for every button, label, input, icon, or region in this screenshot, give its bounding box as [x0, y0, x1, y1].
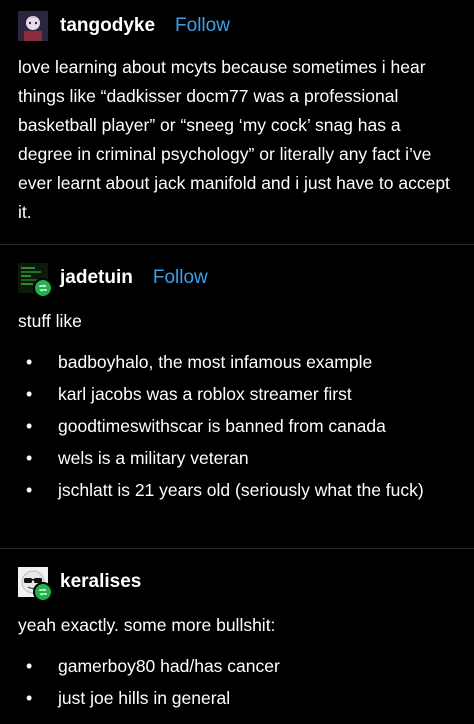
- list-item-text: goodtimeswithscar is banned from canada: [58, 416, 386, 436]
- list-item-text: karl jacobs was a roblox streamer first: [58, 384, 352, 404]
- bullet-icon: •: [26, 656, 33, 676]
- post-body: yeah exactly. some more bullshit:: [18, 615, 276, 635]
- bullet-icon: •: [26, 416, 33, 436]
- list-item: • wels is a military veteran: [18, 444, 458, 472]
- bullet-icon: •: [26, 688, 33, 708]
- list-item: • jschlatt is 21 years old (seriously wha…: [18, 476, 458, 504]
- username[interactable]: keralises: [60, 571, 141, 593]
- post-body: stuff like: [18, 311, 82, 331]
- list-item-text: jschlatt is 21 years old (seriously what…: [58, 480, 424, 500]
- reblog-icon: [33, 582, 53, 602]
- bullet-icon: •: [26, 448, 33, 468]
- avatar-keralises[interactable]: [18, 567, 53, 602]
- username[interactable]: jadetuin: [60, 267, 133, 289]
- list-item: • badboyhalo, the most infamous example: [18, 348, 458, 376]
- list-item-text: wels is a military veteran: [58, 448, 249, 468]
- post-header: tangodyke Follow: [18, 10, 230, 42]
- post-jadetuin: jadetuin Follow stuff like • badboyhalo, …: [0, 245, 474, 545]
- avatar-jadetuin[interactable]: [18, 263, 53, 298]
- follow-button[interactable]: Follow: [153, 267, 208, 289]
- list-item: • gamerboy80 had/has cancer: [18, 652, 458, 680]
- post-body: love learning about mcyts because someti…: [18, 57, 450, 222]
- avatar-image-icon: [18, 11, 48, 41]
- post-header: keralises: [18, 566, 141, 602]
- reblog-icon: [33, 278, 53, 298]
- avatar-tangodyke[interactable]: [18, 11, 48, 41]
- bullet-list: • gamerboy80 had/has cancer • just joe hil…: [18, 652, 458, 716]
- follow-button[interactable]: Follow: [175, 15, 230, 37]
- list-item: • just joe hills in general: [18, 684, 458, 712]
- bullet-list: • badboyhalo, the most infamous example •…: [18, 348, 458, 508]
- bullet-icon: •: [26, 352, 33, 372]
- bullet-icon: •: [26, 480, 33, 500]
- list-item-text: just joe hills in general: [58, 688, 231, 708]
- list-item-text: gamerboy80 had/has cancer: [58, 656, 280, 676]
- list-item: • karl jacobs was a roblox streamer first: [18, 380, 458, 408]
- list-item: • goodtimeswithscar is banned from canada: [18, 412, 458, 440]
- list-item-text: badboyhalo, the most infamous example: [58, 352, 373, 372]
- bullet-icon: •: [26, 384, 33, 404]
- post-keralises: keralises yeah exactly. some more bullsh…: [0, 549, 474, 724]
- post-header: jadetuin Follow: [18, 262, 208, 298]
- post-tangodyke: tangodyke Follow love learning about mcy…: [0, 0, 474, 245]
- username[interactable]: tangodyke: [60, 15, 155, 37]
